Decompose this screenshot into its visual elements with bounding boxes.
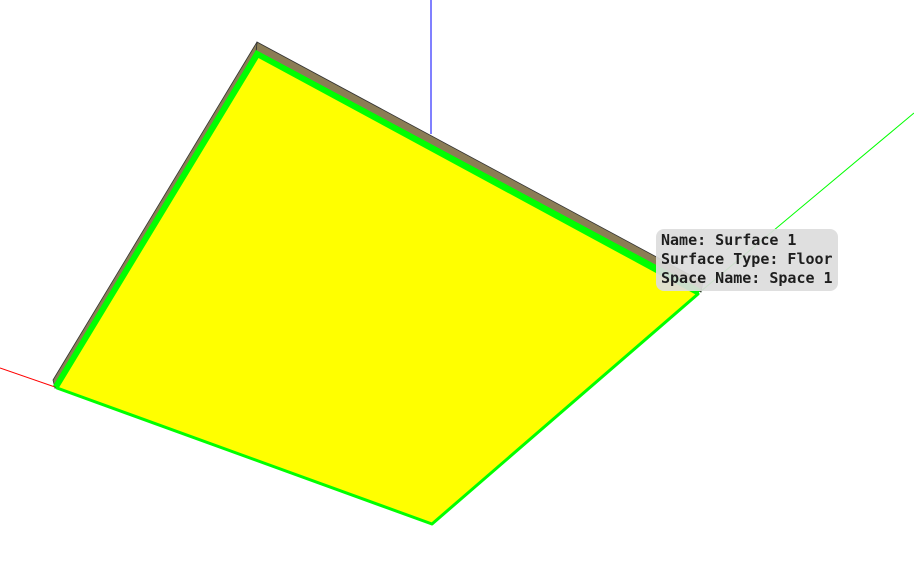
surface-info-tooltip: Name: Surface 1 Surface Type: Floor Spac…	[656, 229, 838, 291]
3d-viewport[interactable]: Name: Surface 1 Surface Type: Floor Spac…	[0, 0, 914, 568]
floor-surface[interactable]	[55, 54, 700, 526]
tooltip-name: Name: Surface 1	[661, 231, 797, 249]
tooltip-space-name: Space Name: Space 1	[661, 269, 833, 287]
x-axis	[0, 367, 56, 388]
tooltip-surface-type: Surface Type: Floor	[661, 250, 833, 268]
